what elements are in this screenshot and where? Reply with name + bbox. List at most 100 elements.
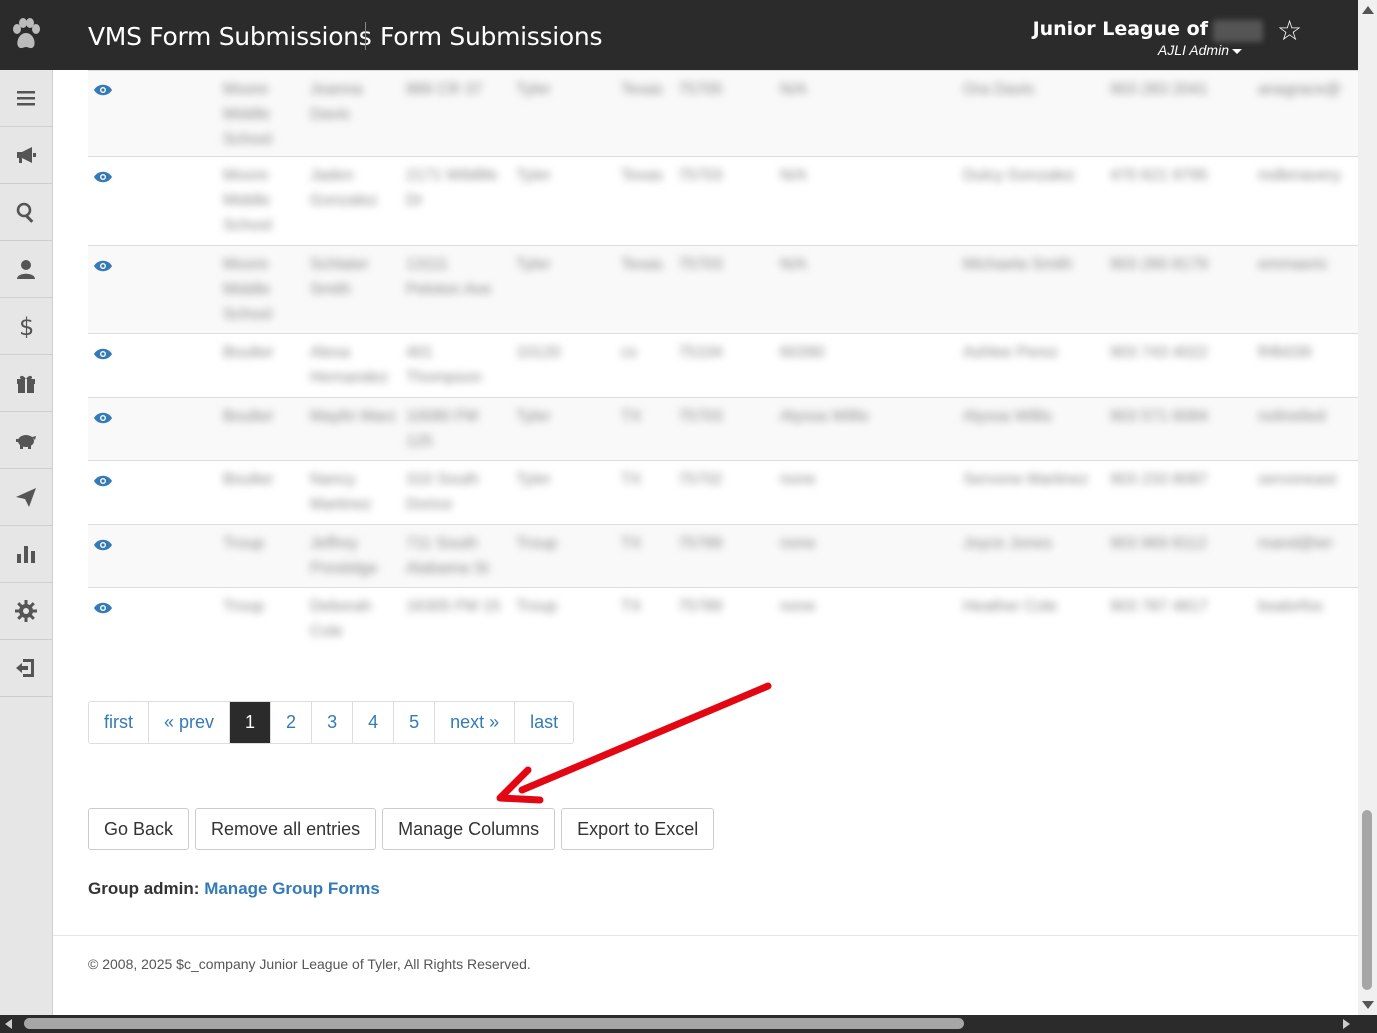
manage-group-forms-link[interactable]: Manage Group Forms — [204, 879, 380, 898]
table-cell: Tyler — [516, 408, 551, 425]
table-cell: Boulter — [223, 408, 274, 425]
piggy-bank-icon — [16, 435, 36, 449]
table-cell: 903 283 2041 — [1110, 81, 1208, 98]
sidebar-item-settings[interactable] — [0, 583, 52, 640]
table-cell: 10120 — [516, 344, 561, 361]
sidebar-item-messaging[interactable] — [0, 469, 52, 526]
table-cell: TX — [621, 598, 642, 615]
page-link-5[interactable]: 5 — [394, 702, 436, 743]
table-cell: Michaela Smith — [963, 256, 1073, 273]
remove-all-entries-button[interactable]: Remove all entries — [195, 808, 377, 850]
table-cell: 75104 — [678, 344, 723, 361]
table-cell: Moore Middle School — [223, 81, 272, 148]
title-divider — [365, 22, 366, 50]
sidebar: $ — [0, 70, 53, 1015]
page-link-first[interactable]: first — [89, 702, 149, 743]
view-eye-icon[interactable] — [94, 539, 112, 551]
user-role-dropdown[interactable]: AJLI Admin — [1158, 42, 1242, 58]
table-cell: 903 233 8087 — [1110, 471, 1208, 488]
page-link-prev[interactable]: « prev — [149, 702, 231, 743]
table-cell: Servone Martinez — [963, 471, 1089, 488]
table-cell: Tyler — [516, 256, 551, 273]
sidebar-item-menu[interactable] — [0, 70, 52, 127]
gear-icon — [15, 600, 37, 622]
paw-logo-icon[interactable] — [10, 18, 42, 52]
table-cell: none — [780, 535, 816, 552]
table-cell: Jaden Gonzalez — [310, 167, 378, 209]
scroll-left-icon[interactable] — [5, 1019, 12, 1029]
scroll-right-icon[interactable] — [1343, 1019, 1350, 1029]
table-cell: emmaeric — [1258, 256, 1329, 273]
table-row: Moore Middle School Jaden Gonzalez 2171 Wi… — [88, 156, 1358, 245]
table-cell: Tyler — [516, 471, 551, 488]
table-cell: 75703 — [678, 256, 723, 273]
view-eye-icon[interactable] — [94, 171, 112, 183]
sidebar-item-reports[interactable] — [0, 526, 52, 583]
table-cell: servoneast — [1258, 471, 1337, 488]
sidebar-item-gifts[interactable] — [0, 355, 52, 412]
table-cell: N/A — [780, 256, 807, 273]
table-cell: N/A — [780, 81, 807, 98]
view-eye-icon[interactable] — [94, 602, 112, 614]
action-buttons: Go Back Remove all entries Manage Column… — [88, 808, 715, 850]
annotation-arrow-icon — [496, 682, 772, 804]
group-admin-label: Group admin: — [88, 879, 200, 898]
view-eye-icon[interactable] — [94, 348, 112, 360]
table-cell: 60390 — [780, 344, 825, 361]
table-row: Boulter Nancy Martinez 310 South Dorice Tyl… — [88, 460, 1358, 524]
table-cell: Alyssa Willis — [963, 408, 1052, 425]
view-eye-icon[interactable] — [94, 84, 112, 96]
table-cell: mdlenavery — [1258, 167, 1341, 184]
vertical-scroll-thumb[interactable] — [1362, 810, 1372, 990]
table-cell: Heather Cole — [963, 598, 1058, 615]
table-cell: mand@ter — [1258, 535, 1333, 552]
table-cell: 75705 — [678, 81, 723, 98]
scroll-down-icon[interactable] — [1362, 1001, 1374, 1009]
table-cell: N/A — [780, 167, 807, 184]
table-cell: Tyler — [516, 167, 551, 184]
sidebar-item-fundraising[interactable] — [0, 412, 52, 469]
page-link-2[interactable]: 2 — [271, 702, 313, 743]
app-title[interactable]: VMS Form Submissions — [88, 22, 372, 51]
table-cell: Nancy Martinez — [310, 471, 372, 513]
go-back-button[interactable]: Go Back — [88, 808, 190, 850]
table-cell: Dulcy Gonzalez — [963, 167, 1076, 184]
dollar-icon: $ — [19, 314, 34, 338]
table-cell: nolinelied — [1258, 408, 1326, 425]
table-row: Boulter Maylin Marz 10080 FM 125 Tyler TX 757… — [88, 397, 1358, 460]
view-eye-icon[interactable] — [94, 475, 112, 487]
page-link-3[interactable]: 3 — [312, 702, 354, 743]
horizontal-scrollbar[interactable] — [0, 1015, 1377, 1033]
manage-columns-button[interactable]: Manage Columns — [382, 808, 556, 850]
sidebar-item-search[interactable] — [0, 184, 52, 241]
page-link-4[interactable]: 4 — [353, 702, 395, 743]
table-cell: Troup — [223, 535, 265, 552]
view-eye-icon[interactable] — [94, 412, 112, 424]
table-cell: Moore Middle School — [223, 167, 272, 234]
page-link-1[interactable]: 1 — [230, 702, 272, 743]
org-name[interactable]: Junior League of — [1033, 18, 1208, 40]
table-cell: Joyce Jones — [963, 535, 1052, 552]
view-eye-icon[interactable] — [94, 260, 112, 272]
table-cell: 16305 FM 15 — [406, 598, 501, 615]
sidebar-item-members[interactable] — [0, 241, 52, 298]
horizontal-scroll-thumb[interactable] — [24, 1018, 964, 1029]
vertical-scrollbar[interactable] — [1358, 0, 1377, 1015]
export-to-excel-button[interactable]: Export to Excel — [561, 808, 715, 850]
logout-icon — [16, 659, 34, 677]
group-admin-line: Group admin: Manage Group Forms — [88, 879, 380, 899]
sidebar-item-announcements[interactable] — [0, 127, 52, 184]
svg-text:$: $ — [19, 314, 34, 338]
sidebar-item-finance[interactable]: $ — [0, 298, 52, 355]
table-cell: Moore Middle School — [223, 256, 272, 323]
sidebar-item-logout[interactable] — [0, 640, 52, 697]
table-cell: 75703 — [678, 408, 723, 425]
megaphone-icon — [17, 147, 36, 163]
table-cell: 903 571 6084 — [1110, 408, 1208, 425]
search-icon — [16, 202, 34, 223]
table-cell: Schlater Smith — [310, 256, 369, 298]
top-navbar: VMS Form Submissions Form Submissions Ju… — [0, 0, 1360, 70]
scroll-up-icon[interactable] — [1362, 6, 1374, 14]
table-cell: TX — [621, 408, 642, 425]
favorite-star-icon[interactable]: ☆ — [1277, 14, 1302, 47]
